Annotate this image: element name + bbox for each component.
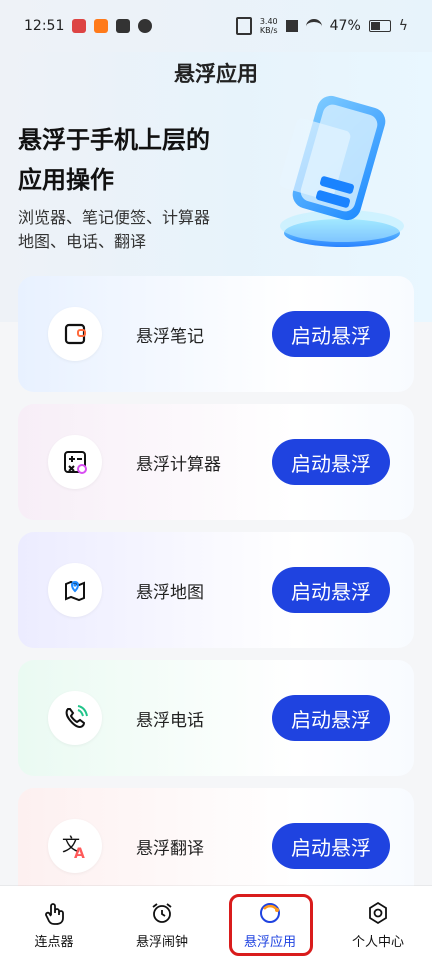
wifi-icon [305, 18, 322, 34]
svg-text:A: A [74, 846, 85, 861]
charging-icon: ϟ [398, 18, 408, 34]
link-icon [138, 19, 153, 33]
card-label: 悬浮地图 [136, 582, 204, 603]
hero-description-line1: 浏览器、笔记便签、计算器 [18, 208, 211, 227]
battery-percent: 47% [329, 18, 361, 34]
alarm-clock-icon [152, 903, 172, 923]
status-right: 3.40 KB/s 47% ϟ [235, 17, 408, 35]
start-floating-note-button[interactable]: 启动悬浮 [272, 311, 390, 357]
app-notification-icon [94, 19, 109, 33]
card-label: 悬浮计算器 [136, 454, 221, 475]
nav-profile[interactable]: 个人中心 [332, 892, 424, 958]
start-floating-map-button[interactable]: 启动悬浮 [272, 567, 390, 613]
phone-icon [48, 691, 102, 745]
hero-title-line1: 悬浮于手机上层的 [18, 126, 210, 154]
vibrate-icon [235, 17, 252, 35]
hero-description: 浏览器、笔记便签、计算器 地图、电话、翻译 [18, 206, 268, 254]
floating-map-card: 悬浮地图 启动悬浮 [18, 532, 414, 648]
bottom-navigation: 连点器 悬浮闹钟 悬浮应用 个人中心 [0, 886, 432, 964]
network-speed: 3.40 KB/s [259, 17, 278, 35]
nav-floating-alarm[interactable]: 悬浮闹钟 [116, 892, 208, 958]
hero-title-line2: 应用操作 [18, 166, 114, 194]
card-label: 悬浮翻译 [136, 838, 204, 859]
floating-phone-card: 悬浮电话 启动悬浮 [18, 660, 414, 776]
hero-title: 悬浮于手机上层的 应用操作 [18, 120, 258, 200]
circle-refresh-icon [260, 903, 280, 923]
nav-label: 连点器 [34, 935, 74, 950]
card-label: 悬浮电话 [136, 710, 204, 731]
hero-description-line2: 地图、电话、翻译 [18, 232, 147, 251]
close-box-icon [285, 20, 298, 32]
map-icon [48, 563, 102, 617]
start-floating-phone-button[interactable]: 启动悬浮 [272, 695, 390, 741]
notification-icon [72, 19, 87, 33]
page-title: 悬浮应用 [174, 62, 258, 86]
calculator-icon [48, 435, 102, 489]
note-icon [48, 307, 102, 361]
card-label: 悬浮笔记 [136, 326, 204, 347]
status-bar: 12:51 3.40 KB/s 47% ϟ [0, 0, 432, 52]
nav-floating-apps[interactable]: 悬浮应用 [224, 892, 316, 958]
hexagon-gear-icon [369, 901, 387, 925]
nav-label: 悬浮应用 [243, 935, 296, 950]
start-floating-translate-button[interactable]: 启动悬浮 [272, 823, 390, 869]
battery-icon [368, 20, 391, 32]
play-icon [116, 19, 131, 33]
floating-calculator-card: 悬浮计算器 启动悬浮 [18, 404, 414, 520]
floating-note-card: 悬浮笔记 启动悬浮 [18, 276, 414, 392]
status-left: 12:51 [24, 18, 153, 34]
floating-phone-illustration [279, 95, 404, 247]
translate-icon: 文 A [48, 819, 102, 873]
nav-tap-clicker[interactable]: 连点器 [8, 892, 100, 958]
nav-label: 悬浮闹钟 [135, 935, 188, 950]
start-floating-calculator-button[interactable]: 启动悬浮 [272, 439, 390, 485]
status-time: 12:51 [24, 18, 65, 34]
nav-label: 个人中心 [351, 935, 404, 950]
tap-hand-icon [45, 903, 64, 925]
